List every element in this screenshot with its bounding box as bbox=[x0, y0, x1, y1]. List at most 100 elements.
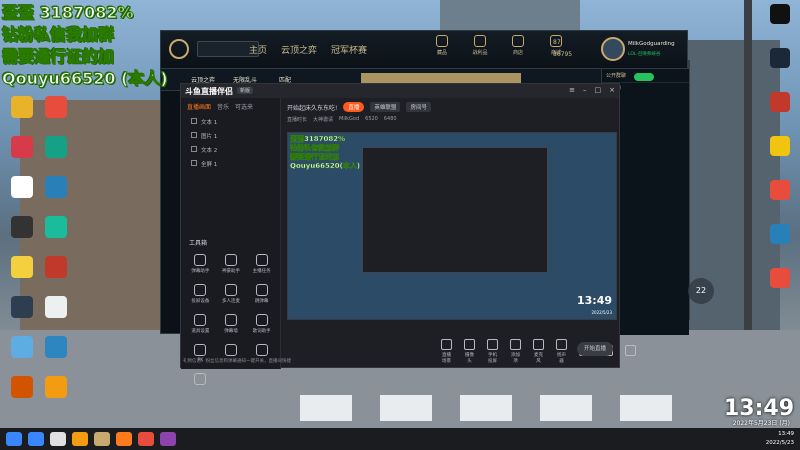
app-icon bbox=[45, 296, 67, 318]
close-icon[interactable]: × bbox=[609, 86, 615, 94]
desktop-icon[interactable] bbox=[6, 336, 38, 360]
tab-music[interactable]: 音乐 bbox=[217, 102, 229, 111]
lol-currency: 87 86795 bbox=[553, 37, 572, 61]
desktop-icon[interactable] bbox=[6, 96, 38, 120]
toolbox-item[interactable] bbox=[185, 373, 216, 387]
rp-balance: 87 bbox=[553, 39, 561, 46]
desktop-icon[interactable] bbox=[6, 216, 38, 240]
toolbox-item[interactable]: 弹幕助手 bbox=[185, 254, 216, 274]
lol-profile[interactable]: MilkGodguarding LOL·召唤师峡谷 bbox=[601, 35, 687, 65]
scene-item[interactable]: 文本 1 bbox=[181, 115, 280, 129]
toolbox-item[interactable]: 道具设置 bbox=[185, 314, 216, 334]
app-version-badge: 新版 bbox=[237, 87, 254, 94]
desktop-icon[interactable] bbox=[6, 136, 38, 160]
bottom-bar-item[interactable]: 麦克风 bbox=[533, 338, 544, 364]
tab-scene[interactable]: 直播画面 bbox=[187, 102, 211, 111]
app-icon bbox=[45, 256, 67, 278]
lol-tool-loot[interactable]: 战利品 bbox=[467, 35, 493, 56]
desktop-icon[interactable] bbox=[764, 48, 796, 69]
stream-preview[interactable]: 歪歪3187082% 钻粉私信我加群 需要通行证的加 Qouyu66520(本人… bbox=[287, 132, 617, 320]
app-icon bbox=[770, 224, 790, 244]
desktop-icon[interactable] bbox=[40, 296, 72, 320]
tool-icon bbox=[224, 284, 237, 296]
scene-item[interactable]: 图片 1 bbox=[181, 129, 280, 143]
app-icon bbox=[45, 376, 67, 398]
toolbox-grid: 弹幕助手 神豪助手 主播任务 投屏设备 多人连麦 跳弹幕 道具设置 弹幕墙 歌词助手 PK bbox=[185, 254, 277, 387]
eye-icon[interactable] bbox=[191, 118, 197, 124]
desktop-icon[interactable] bbox=[40, 376, 72, 400]
bottom-bar-item[interactable]: 直播场景 bbox=[441, 338, 452, 364]
desktop-icon[interactable] bbox=[764, 224, 796, 245]
toolbox-item[interactable]: 主播任务 bbox=[246, 254, 277, 274]
taskbar-app-icon[interactable] bbox=[28, 432, 44, 446]
bottom-bar-item[interactable] bbox=[625, 344, 636, 358]
taskbar-app-icon[interactable] bbox=[50, 432, 66, 446]
start-stream-button[interactable]: 开始直播 bbox=[577, 342, 613, 356]
desktop-icon[interactable] bbox=[40, 136, 72, 160]
minimize-icon[interactable]: – bbox=[583, 86, 587, 94]
bottom-bar-item[interactable]: 添加项 bbox=[510, 338, 521, 364]
app-left-panel: 直播画面 音乐 可选来 文本 1 图片 1 文本 2 全屏 1 工具箱 弹幕助手… bbox=[181, 98, 291, 385]
desktop-icon[interactable] bbox=[6, 176, 38, 200]
room-id-chip[interactable]: 房间号 bbox=[406, 102, 431, 112]
toolbox-item[interactable]: 神豪助手 bbox=[216, 254, 247, 274]
eye-icon[interactable] bbox=[191, 132, 197, 138]
eye-icon[interactable] bbox=[191, 146, 197, 152]
desktop-icon[interactable] bbox=[40, 96, 72, 120]
desktop-icon[interactable] bbox=[40, 176, 72, 200]
toolbox-item[interactable]: 歌词助手 bbox=[246, 314, 277, 334]
bottom-bar-item[interactable]: 手机投屏 bbox=[487, 338, 498, 364]
desktop-icon[interactable] bbox=[6, 256, 38, 280]
lol-nav-clash[interactable]: 冠军杯赛 bbox=[331, 43, 367, 56]
stream-app-window[interactable]: 斗鱼直播伴侣 新版 ≡ – □ × 直播画面 音乐 可选来 文本 1 图片 1 … bbox=[180, 83, 636, 385]
desktop-icon[interactable] bbox=[764, 4, 796, 25]
taskbar-app-icon[interactable] bbox=[138, 432, 154, 446]
desktop-icon[interactable] bbox=[40, 216, 72, 240]
taskbar-app-icon[interactable] bbox=[116, 432, 132, 446]
app-logo: 斗鱼直播伴侣 bbox=[185, 87, 233, 96]
system-tray-clock[interactable]: 13:49 2022/5/23 bbox=[766, 430, 794, 448]
performance-gauge[interactable]: 22 bbox=[688, 278, 714, 304]
toolbox-item[interactable]: 弹幕墙 bbox=[216, 314, 247, 334]
desktop-icon[interactable] bbox=[764, 268, 796, 289]
menu-icon[interactable]: ≡ bbox=[569, 86, 575, 94]
social-toggle[interactable] bbox=[634, 73, 654, 81]
taskbar-app-icon[interactable] bbox=[94, 432, 110, 446]
toolbox-item[interactable]: 跳弹幕 bbox=[246, 284, 277, 304]
bottom-bar-item[interactable]: 扬声器 bbox=[556, 338, 567, 364]
avatar[interactable] bbox=[601, 37, 625, 61]
scene-item[interactable]: 全屏 1 bbox=[181, 157, 280, 171]
maximize-icon[interactable]: □ bbox=[595, 86, 602, 94]
category-chip[interactable]: 英雄联盟 bbox=[370, 102, 401, 112]
stream-title[interactable]: 开始起床久东东吃! bbox=[287, 103, 337, 112]
eye-icon[interactable] bbox=[191, 160, 197, 166]
desktop-icon[interactable] bbox=[6, 376, 38, 400]
profile-name: MilkGodguarding bbox=[628, 41, 675, 47]
desktop-icon[interactable] bbox=[764, 136, 796, 157]
crosswalk-stripe bbox=[460, 395, 512, 421]
lol-logo-icon[interactable] bbox=[169, 39, 189, 59]
lol-nav-home[interactable]: 主页 bbox=[249, 43, 267, 56]
bottom-bar-item[interactable]: 摄像头 bbox=[464, 338, 475, 364]
desktop-icon[interactable] bbox=[40, 336, 72, 360]
lol-nav-tft[interactable]: 云顶之弈 bbox=[281, 43, 317, 56]
window-controls: ≡ – □ × bbox=[569, 86, 615, 94]
desktop-icon[interactable] bbox=[40, 256, 72, 280]
desktop-icon[interactable] bbox=[764, 92, 796, 113]
taskbar-app-icon[interactable] bbox=[72, 432, 88, 446]
tab-optional[interactable]: 可选来 bbox=[235, 102, 253, 111]
lol-tool-collection[interactable]: 藏品 bbox=[429, 35, 455, 56]
tool-icon bbox=[194, 254, 207, 266]
desktop-icon[interactable] bbox=[6, 296, 38, 320]
app-icon bbox=[770, 268, 790, 288]
desktop-icon[interactable] bbox=[764, 180, 796, 201]
toolbox-item[interactable]: 投屏设备 bbox=[185, 284, 216, 304]
tool-icon bbox=[194, 314, 207, 326]
lol-tool-shop[interactable]: 商店 bbox=[505, 35, 531, 56]
live-pill[interactable]: 直播 bbox=[343, 102, 365, 112]
taskbar-app-icon[interactable] bbox=[160, 432, 176, 446]
scene-item[interactable]: 文本 2 bbox=[181, 143, 280, 157]
control-icon bbox=[625, 344, 636, 356]
toolbox-item[interactable]: 多人连麦 bbox=[216, 284, 247, 304]
windows-start-icon[interactable] bbox=[6, 432, 22, 446]
